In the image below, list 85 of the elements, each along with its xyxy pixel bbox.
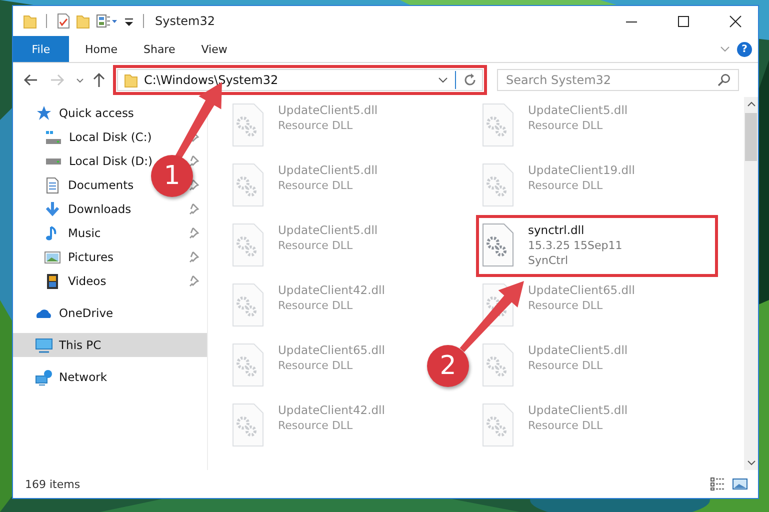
gear-file-icon	[482, 343, 514, 387]
file-name: UpdateClient65.dll	[528, 283, 635, 298]
file-detail: Resource DLL	[278, 418, 354, 433]
ribbon-tab[interactable]: View	[188, 36, 240, 62]
gear-file-icon	[232, 103, 264, 147]
navigation-item[interactable]: OneDrive	[59, 306, 114, 320]
search-icon[interactable]	[717, 73, 731, 87]
pin-icon[interactable]	[189, 203, 201, 215]
address-path: C:\Windows\System32	[144, 73, 278, 87]
star-icon	[35, 104, 53, 122]
network-icon	[35, 368, 53, 386]
file-name: UpdateClient19.dll	[528, 163, 635, 178]
scroll-down-icon[interactable]	[744, 458, 758, 468]
file-name: UpdateClient42.dll	[278, 283, 385, 298]
details-view-icon[interactable]	[710, 477, 726, 491]
download-icon	[44, 200, 62, 218]
navigation-item[interactable]: Documents	[68, 178, 134, 192]
file-menu-tab[interactable]: File	[13, 36, 69, 62]
gear-file-icon	[232, 403, 264, 447]
up-icon[interactable]	[91, 72, 107, 88]
navigation-item[interactable]: Videos	[68, 274, 106, 288]
file-detail: SynCtrl	[528, 253, 570, 268]
navigation-item[interactable]: Network	[59, 370, 108, 384]
drive-icon	[45, 130, 62, 144]
file-detail: Resource DLL	[278, 298, 354, 313]
gear-file-icon	[482, 403, 514, 447]
file-name: UpdateClient5.dll	[278, 103, 378, 118]
gear-file-icon	[232, 283, 264, 327]
navigation-item[interactable]: Quick access	[59, 106, 134, 120]
properties-icon[interactable]	[56, 13, 70, 29]
file-detail: Resource DLL	[278, 358, 354, 373]
file-name: UpdateClient5.dll	[278, 163, 378, 178]
scrollbar[interactable]	[744, 97, 758, 470]
window-title: System32	[155, 14, 216, 28]
close-icon[interactable]	[726, 14, 744, 28]
pin-icon[interactable]	[189, 179, 201, 191]
gear-file-icon	[232, 343, 264, 387]
file-detail: Resource DLL	[528, 358, 604, 373]
image-icon	[44, 248, 62, 266]
file-detail: Resource DLL	[528, 118, 604, 133]
file-name: UpdateClient5.dll	[528, 403, 628, 418]
drive-icon	[45, 158, 62, 164]
file-name: UpdateClient5.dll	[528, 343, 628, 358]
pin-icon[interactable]	[189, 251, 201, 263]
help-button[interactable]: ?	[737, 42, 752, 56]
gear-file-icon	[482, 163, 514, 207]
pin-icon[interactable]	[189, 227, 201, 239]
dropdown-icon[interactable]	[437, 75, 449, 85]
ribbon-tab[interactable]: Home	[69, 36, 130, 62]
back-icon[interactable]	[23, 72, 39, 88]
file-tile[interactable]: synctrl.dll 15.3.25 15Sep11 SynCtrl	[478, 217, 716, 275]
navigation-item[interactable]: Music	[68, 226, 101, 240]
gear-file-icon	[232, 163, 264, 207]
file-detail: Resource DLL	[278, 118, 354, 133]
file-detail: Resource DLL	[278, 238, 354, 253]
file-detail: 15.3.25 15Sep11	[528, 238, 622, 253]
expand-ribbon-icon[interactable]	[719, 44, 731, 54]
computer-icon	[35, 336, 53, 354]
file-name: UpdateClient42.dll	[278, 403, 385, 418]
file-detail: Resource DLL	[528, 298, 604, 313]
folder-icon	[124, 72, 138, 88]
file-name: UpdateClient65.dll	[278, 343, 385, 358]
large-icons-view-icon[interactable]	[732, 477, 748, 491]
navigation-item[interactable]: Local Disk (C:)	[69, 130, 152, 144]
gear-file-icon	[232, 223, 264, 267]
navigation-item[interactable]: Pictures	[68, 250, 114, 264]
pin-icon[interactable]	[189, 275, 201, 287]
file-name: UpdateClient5.dll	[278, 223, 378, 238]
navigation-item[interactable]: This PC	[59, 338, 102, 352]
pin-icon[interactable]	[189, 155, 201, 167]
gear-file-icon	[482, 103, 514, 147]
item-count: 169 items	[25, 478, 80, 490]
navigation-item[interactable]: Local Disk (D:)	[69, 154, 153, 168]
scrollbar-thumb[interactable]	[745, 113, 757, 161]
ribbon-tab[interactable]: Share	[130, 36, 188, 62]
search-field[interactable]: Search System32	[497, 69, 739, 91]
file-name: synctrl.dll	[528, 223, 586, 238]
view-options-icon[interactable]	[96, 13, 118, 29]
file-detail: Resource DLL	[528, 418, 604, 433]
refresh-icon[interactable]	[462, 72, 478, 88]
navigation-item[interactable]: Downloads	[68, 202, 132, 216]
file-name: UpdateClient5.dll	[528, 103, 628, 118]
gear-file-icon	[482, 223, 514, 267]
file-detail: Resource DLL	[528, 178, 604, 193]
file-detail: Resource DLL	[278, 178, 354, 193]
